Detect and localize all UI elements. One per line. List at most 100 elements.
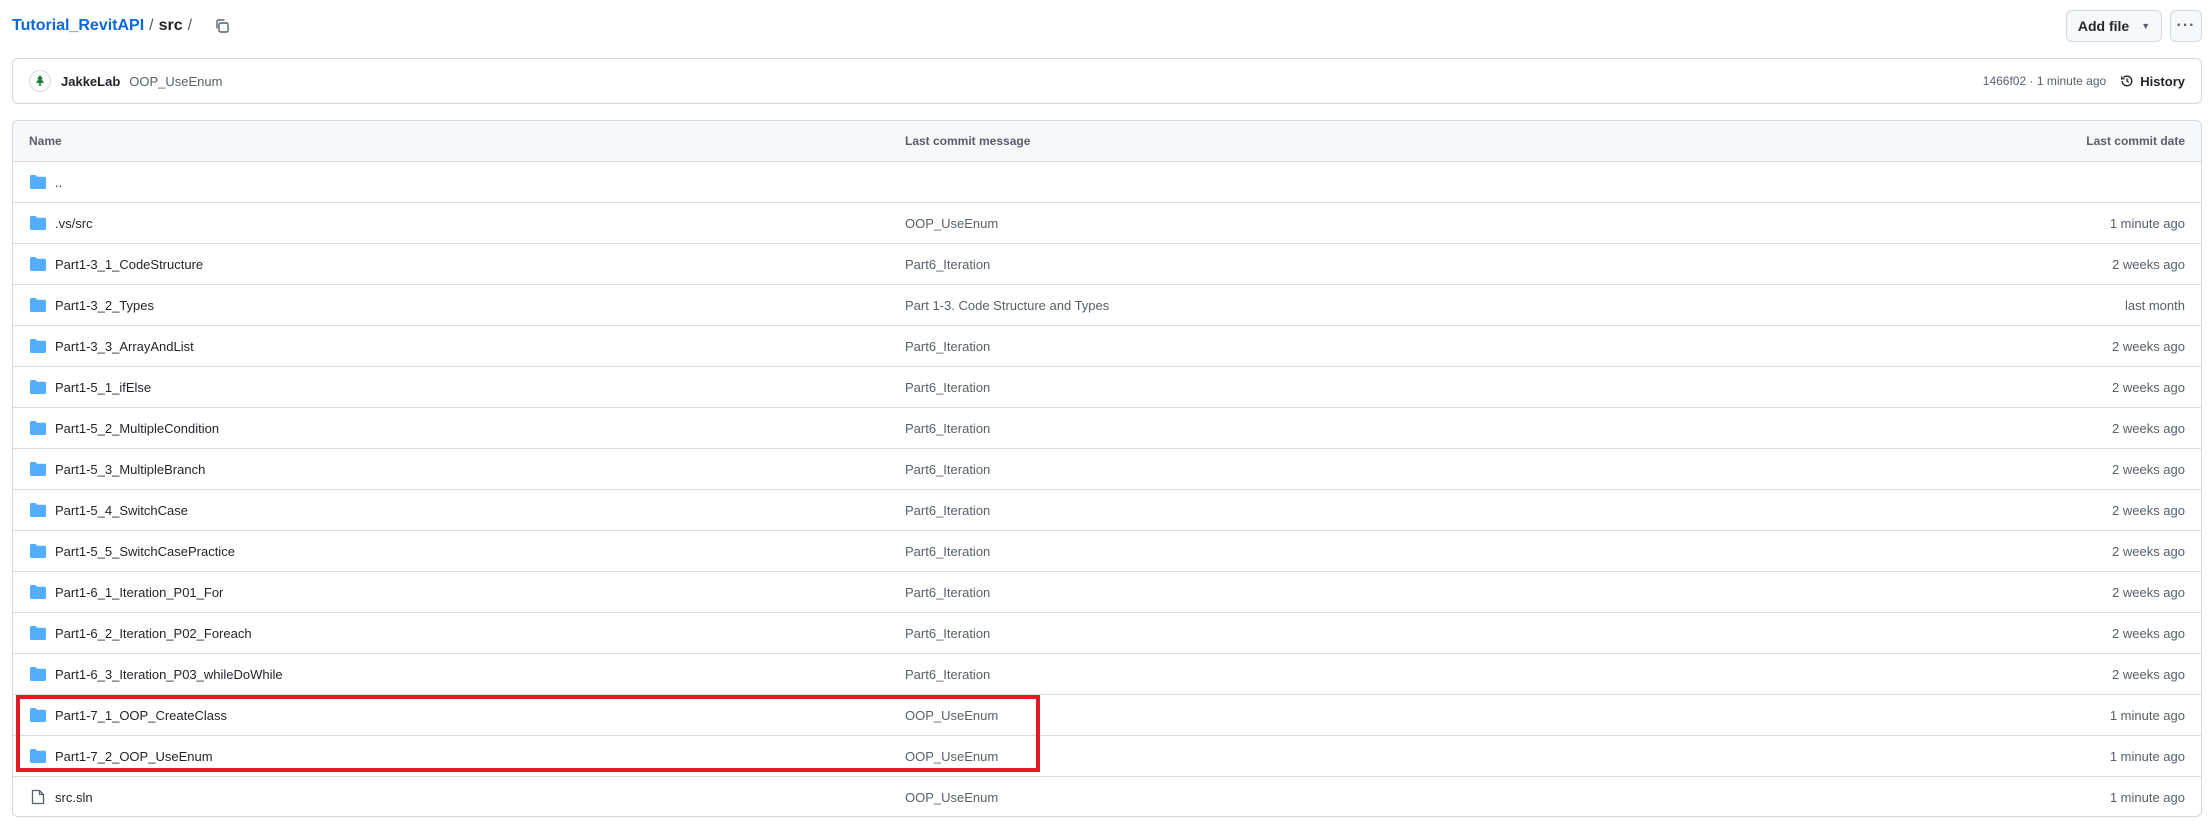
commit-date: 2 weeks ago bbox=[2112, 625, 2185, 641]
breadcrumb-repo-link[interactable]: Tutorial_RevitAPI bbox=[12, 17, 144, 35]
breadcrumb-separator: / bbox=[187, 17, 193, 34]
file-name-link[interactable]: .vs/src bbox=[55, 216, 93, 231]
folder-icon bbox=[29, 420, 47, 436]
history-button[interactable]: History bbox=[2120, 74, 2185, 89]
folder-icon bbox=[29, 748, 47, 764]
folder-icon bbox=[29, 543, 47, 559]
commit-message-link[interactable]: Part6_Iteration bbox=[905, 339, 990, 354]
add-file-label: Add file bbox=[2077, 18, 2130, 34]
chevron-down-icon: ▼ bbox=[2141, 21, 2151, 31]
file-name-link[interactable]: src.sln bbox=[55, 790, 93, 805]
column-header-name: Name bbox=[29, 134, 62, 148]
table-row[interactable]: Part1-6_3_Iteration_P03_whileDoWhile Part… bbox=[13, 654, 2201, 695]
commit-hash-and-time[interactable]: 1466f02 · 1 minute ago bbox=[1983, 74, 2106, 88]
commit-message-link[interactable]: Part6_Iteration bbox=[905, 257, 990, 272]
avatar[interactable] bbox=[29, 70, 51, 92]
commit-date: 1 minute ago bbox=[2109, 748, 2185, 764]
kebab-icon: ··· bbox=[2176, 17, 2196, 34]
table-row[interactable]: Part1-5_3_MultipleBranch Part6_Iteration 2… bbox=[13, 449, 2201, 490]
commit-date: 2 weeks ago bbox=[2112, 379, 2185, 395]
table-row[interactable]: Part1-7_1_OOP_CreateClass OOP_UseEnum 1 mi… bbox=[13, 695, 2201, 736]
table-header: Name Last commit message Last commit dat… bbox=[13, 121, 2201, 162]
folder-icon bbox=[29, 256, 47, 272]
file-name-link[interactable]: Part1-7_2_OOP_UseEnum bbox=[55, 749, 213, 764]
file-name-link[interactable]: Part1-6_1_Iteration_P01_For bbox=[55, 585, 223, 600]
folder-icon bbox=[29, 707, 47, 723]
table-row[interactable]: src.sln OOP_UseEnum 1 minute ago bbox=[13, 777, 2201, 816]
file-name-link[interactable]: Part1-5_5_SwitchCasePractice bbox=[55, 544, 235, 559]
commit-message-link[interactable]: Part6_Iteration bbox=[905, 585, 990, 600]
breadcrumb: Tutorial_RevitAPI / src / bbox=[12, 14, 233, 38]
commit-date: 2 weeks ago bbox=[2112, 420, 2185, 436]
column-header-date: Last commit date bbox=[2086, 134, 2185, 148]
commit-message-link[interactable]: Part6_Iteration bbox=[905, 421, 990, 436]
commit-message-link[interactable]: OOP_UseEnum bbox=[129, 74, 222, 89]
commit-date: 2 weeks ago bbox=[2112, 666, 2185, 682]
commit-date: 2 weeks ago bbox=[2112, 256, 2185, 272]
folder-icon bbox=[29, 461, 47, 477]
folder-icon bbox=[29, 379, 47, 395]
commit-message-link[interactable]: Part6_Iteration bbox=[905, 667, 990, 682]
table-row[interactable]: Part1-5_1_ifElse Part6_Iteration 2 weeks a… bbox=[13, 367, 2201, 408]
table-row[interactable]: Part1-5_4_SwitchCase Part6_Iteration 2 wee… bbox=[13, 490, 2201, 531]
history-label: History bbox=[2140, 73, 2185, 89]
commit-date: 1 minute ago bbox=[2109, 707, 2185, 723]
folder-icon bbox=[29, 338, 47, 354]
commit-message-link[interactable]: OOP_UseEnum bbox=[905, 216, 998, 231]
file-name-link[interactable]: Part1-3_3_ArrayAndList bbox=[55, 339, 194, 354]
latest-commit-bar: JakkeLab OOP_UseEnum 1466f02 · 1 minute … bbox=[12, 58, 2202, 104]
file-name-link[interactable]: Part1-6_3_Iteration_P03_whileDoWhile bbox=[55, 667, 283, 682]
file-name-link[interactable]: Part1-5_1_ifElse bbox=[55, 380, 151, 395]
more-options-button[interactable]: ··· bbox=[2170, 10, 2202, 42]
table-row[interactable]: Part1-5_2_MultipleCondition Part6_Iterati… bbox=[13, 408, 2201, 449]
copy-path-icon[interactable] bbox=[211, 15, 233, 37]
table-row[interactable]: Part1-6_1_Iteration_P01_For Part6_Iterati… bbox=[13, 572, 2201, 613]
add-file-button[interactable]: Add file ▼ bbox=[2066, 10, 2162, 42]
commit-date: 2 weeks ago bbox=[2112, 502, 2185, 518]
commit-message-link[interactable]: OOP_UseEnum bbox=[905, 708, 998, 723]
commit-message-link[interactable]: Part6_Iteration bbox=[905, 462, 990, 477]
breadcrumb-separator: / bbox=[149, 17, 154, 34]
commit-date: 2 weeks ago bbox=[2112, 543, 2185, 559]
file-name-link[interactable]: .. bbox=[55, 175, 62, 190]
commit-message-link[interactable]: Part6_Iteration bbox=[905, 626, 990, 641]
commit-message-link[interactable]: OOP_UseEnum bbox=[905, 790, 998, 805]
commit-date: last month bbox=[2125, 297, 2185, 313]
folder-icon bbox=[29, 666, 47, 682]
file-name-link[interactable]: Part1-5_2_MultipleCondition bbox=[55, 421, 219, 436]
commit-message-link[interactable]: Part6_Iteration bbox=[905, 544, 990, 559]
table-row[interactable]: Part1-6_2_Iteration_P02_Foreach Part6_Ite… bbox=[13, 613, 2201, 654]
table-row[interactable]: Part1-5_5_SwitchCasePractice Part6_Iterat… bbox=[13, 531, 2201, 572]
folder-icon bbox=[29, 174, 47, 190]
folder-icon bbox=[29, 584, 47, 600]
folder-icon bbox=[29, 297, 47, 313]
file-name-link[interactable]: Part1-5_4_SwitchCase bbox=[55, 503, 188, 518]
table-row[interactable]: .vs/src OOP_UseEnum 1 minute ago bbox=[13, 203, 2201, 244]
table-row[interactable]: Part1-3_1_CodeStructure Part6_Iteration 2 … bbox=[13, 244, 2201, 285]
commit-message-link[interactable]: Part6_Iteration bbox=[905, 503, 990, 518]
commit-message-link[interactable]: Part 1-3. Code Structure and Types bbox=[905, 298, 1109, 313]
file-name-link[interactable]: Part1-7_1_OOP_CreateClass bbox=[55, 708, 227, 723]
folder-icon bbox=[29, 215, 47, 231]
commit-date: 1 minute ago bbox=[2109, 215, 2185, 231]
folder-icon bbox=[29, 502, 47, 518]
commit-date: 2 weeks ago bbox=[2112, 461, 2185, 477]
table-row[interactable]: Part1-3_2_Types Part 1-3. Code Structure … bbox=[13, 285, 2201, 326]
column-header-message: Last commit message bbox=[905, 134, 1031, 148]
breadcrumb-current-folder: src bbox=[158, 17, 183, 34]
file-name-link[interactable]: Part1-5_3_MultipleBranch bbox=[55, 462, 205, 477]
table-row[interactable]: Part1-3_3_ArrayAndList Part6_Iteration 2 w… bbox=[13, 326, 2201, 367]
file-name-link[interactable]: Part1-3_2_Types bbox=[55, 298, 154, 313]
file-name-link[interactable]: Part1-6_2_Iteration_P02_Foreach bbox=[55, 626, 252, 641]
table-row[interactable]: .. bbox=[13, 162, 2201, 203]
commit-author-link[interactable]: JakkeLab bbox=[61, 74, 120, 89]
file-name-link[interactable]: Part1-3_1_CodeStructure bbox=[55, 257, 203, 272]
table-row[interactable]: Part1-7_2_OOP_UseEnum OOP_UseEnum 1 minute… bbox=[13, 736, 2201, 777]
table-body: .. .vs/src OOP_UseEnum 1 minute ago Part1-3_… bbox=[13, 162, 2201, 816]
folder-icon bbox=[29, 625, 47, 641]
file-icon bbox=[29, 789, 47, 805]
commit-date: 1 minute ago bbox=[2109, 790, 2185, 805]
commit-message-link[interactable]: OOP_UseEnum bbox=[905, 749, 998, 764]
file-table: Name Last commit message Last commit dat… bbox=[12, 120, 2202, 817]
commit-message-link[interactable]: Part6_Iteration bbox=[905, 380, 990, 395]
